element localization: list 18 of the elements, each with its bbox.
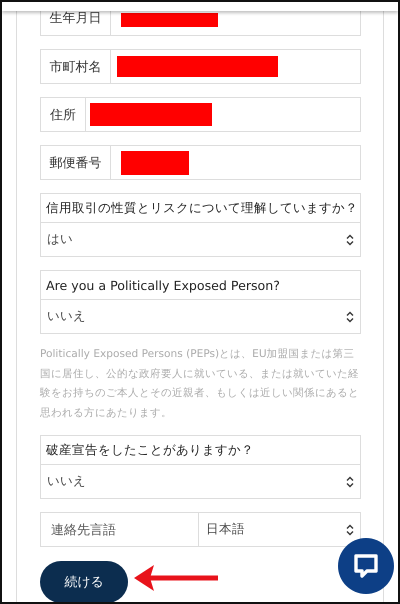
field-label: 生年月日 (41, 2, 111, 35)
chevron-icon (346, 476, 354, 488)
field-label: 市町村名 (41, 50, 111, 83)
field-label: 住所 (41, 98, 86, 131)
chevron-icon (346, 234, 354, 246)
field-label: 郵便番号 (41, 146, 111, 179)
question-text: 破産宣告をしたことがありますか？ (41, 436, 360, 465)
text-field[interactable]: 住所 (40, 97, 361, 132)
continue-button[interactable]: 続ける (40, 561, 128, 602)
text-field[interactable]: 郵便番号 (40, 145, 361, 180)
select-field[interactable]: はい (41, 223, 360, 256)
select-field[interactable]: いいえ (41, 300, 360, 333)
question-text: Are you a Politically Exposed Person? (41, 271, 360, 300)
chevron-icon (346, 310, 354, 322)
select-field[interactable]: いいえ (41, 465, 360, 498)
text-field[interactable]: 市町村名 (40, 49, 361, 84)
help-text: Politically Exposed Persons (PEPs)とは、EU加盟国または第三国に居住し、公的な政府要人に就いている、または就いていた経験をお持ちのご本人とその近親者、もしくは近しい関係にあると思われる方にあたります。 (40, 347, 360, 420)
question-text: 信用取引の性質とリスクについて理解していますか？ (41, 194, 360, 223)
